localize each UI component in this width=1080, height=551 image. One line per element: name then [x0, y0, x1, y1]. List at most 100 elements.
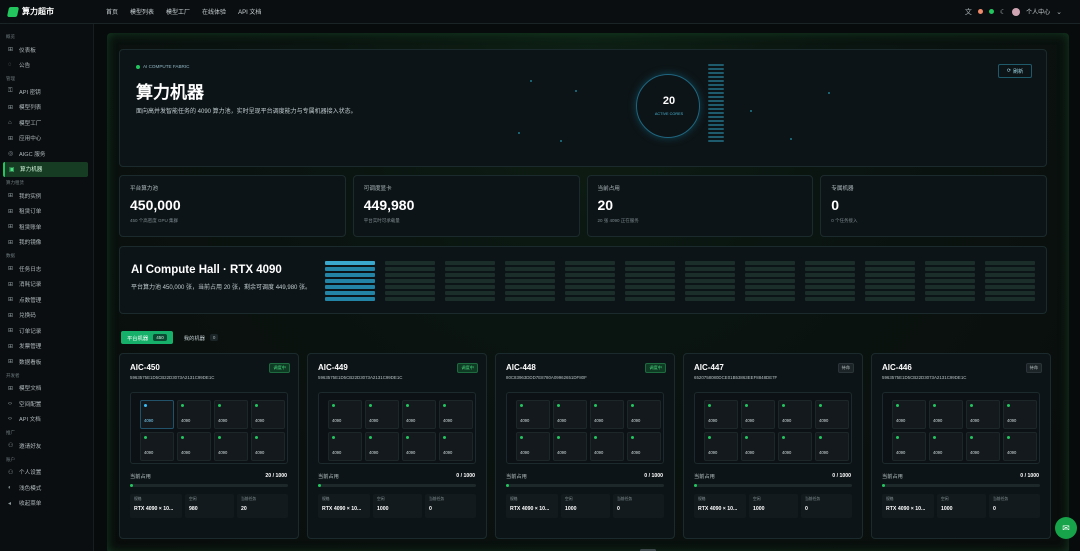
gpu-slot[interactable]: 4090: [177, 432, 211, 461]
sidebar-item[interactable]: ⊞ 应用中心: [0, 131, 93, 147]
moon-icon[interactable]: ☾: [1000, 8, 1006, 16]
sidebar-item[interactable]: ◎ AIGC 服务: [0, 146, 93, 162]
machine-card[interactable]: AIC-446 5963575E1D5CB22D3073A2131C99DE1C 待…: [871, 353, 1051, 539]
nav-factory[interactable]: 模型工厂: [166, 7, 190, 16]
sidebar-item[interactable]: ⊞ 仪表板: [0, 42, 93, 58]
gpu-slot[interactable]: 4090: [328, 432, 362, 461]
gpu-slot[interactable]: 4090: [516, 432, 550, 461]
sidebar-item[interactable]: ⊞ 订单记录: [0, 323, 93, 339]
meta-box: 规格 RTX 4090 × 10...: [130, 494, 182, 518]
gpu-status-dot: [594, 436, 597, 439]
avatar[interactable]: [1012, 7, 1021, 16]
gpu-slot[interactable]: 4090: [627, 400, 661, 429]
nav-home[interactable]: 首页: [106, 7, 118, 16]
tab-platform-machines[interactable]: 平台机器 450: [121, 331, 173, 344]
sidebar-item[interactable]: ⊞ 我的实例: [0, 188, 93, 204]
sidebar-item[interactable]: ‹› API 文档: [0, 412, 93, 428]
stat-label: 平台算力池: [130, 186, 158, 192]
gpu-slot[interactable]: 4090: [741, 432, 775, 461]
gpu-slot[interactable]: 4090: [627, 432, 661, 461]
refresh-button[interactable]: ⟳ 刷新: [998, 64, 1032, 78]
spark-dot: [575, 90, 577, 92]
chat-button[interactable]: ✉: [1055, 517, 1077, 539]
sidebar-item[interactable]: ◌ 公告: [0, 58, 93, 74]
sidebar-item[interactable]: ⊞ 租赁账单: [0, 219, 93, 235]
gpu-slot[interactable]: 4090: [704, 400, 738, 429]
sidebar-item[interactable]: ⊞ 模型文档: [0, 381, 93, 397]
chevron-down-icon[interactable]: ⌄: [1056, 8, 1062, 16]
gpu-slot[interactable]: 4090: [966, 432, 1000, 461]
gpu-slot[interactable]: 4090: [966, 400, 1000, 429]
sidebar-item[interactable]: ⊞ 模型列表: [0, 100, 93, 116]
gpu-status-dot: [443, 404, 446, 407]
gpu-slot[interactable]: 4090: [214, 400, 248, 429]
gpu-slot[interactable]: 4090: [1003, 432, 1037, 461]
user-menu[interactable]: 个人中心: [1026, 7, 1050, 16]
status-dot-green[interactable]: [988, 9, 994, 14]
gpu-slot[interactable]: 4090: [892, 400, 926, 429]
sidebar-item[interactable]: ▣ 算力机器: [3, 161, 88, 177]
sidebar-item[interactable]: ⚇ 邀请好友: [0, 438, 93, 454]
gpu-slot[interactable]: 4090: [929, 432, 963, 461]
gpu-slot[interactable]: 4090: [328, 400, 362, 429]
sidebar-item-label: 数据看板: [19, 359, 42, 366]
sidebar-item[interactable]: ‹› 空间配置: [0, 396, 93, 412]
hero-description: 面向高并发智能任务的 4090 算力池，实时呈现平台调度能力与专属机器接入状态。: [136, 109, 357, 115]
translate-icon[interactable]: 文: [965, 7, 972, 17]
gpu-slot[interactable]: 4090: [402, 400, 436, 429]
sidebar-item[interactable]: ⊞ 数据看板: [0, 354, 93, 370]
status-badge: 调度中: [457, 363, 478, 373]
gpu-slot[interactable]: 4090: [1003, 400, 1037, 429]
gpu-slot[interactable]: 4090: [439, 400, 473, 429]
status-dot-orange[interactable]: [977, 9, 983, 14]
sidebar-item[interactable]: ⊞ 消耗记录: [0, 277, 93, 293]
sidebar-item[interactable]: ⊞ 发票管理: [0, 339, 93, 355]
gpu-slot[interactable]: 4090: [140, 432, 174, 461]
sidebar-item[interactable]: ⌂ 模型工厂: [0, 115, 93, 131]
stat-sub: 0 个任务接入: [831, 218, 858, 223]
gpu-slot[interactable]: 4090: [553, 432, 587, 461]
gpu-slot[interactable]: 4090: [140, 400, 174, 429]
sidebar-item[interactable]: ⚿ API 密钥: [0, 84, 93, 100]
nav-api-docs[interactable]: API 文档: [238, 7, 261, 16]
machine-card[interactable]: AIC-450 5963575E1D5CB22D3073A2131C99DE1C 调…: [119, 353, 299, 539]
stat-sub: 平台实时可承载量: [363, 218, 400, 223]
gpu-slot[interactable]: 4090: [553, 400, 587, 429]
sidebar-item[interactable]: ⊞ 我的镜像: [0, 235, 93, 251]
gpu-slot[interactable]: 4090: [177, 400, 211, 429]
gpu-slot[interactable]: 4090: [402, 432, 436, 461]
gpu-slot[interactable]: 4090: [516, 400, 550, 429]
gpu-slot[interactable]: 4090: [892, 432, 926, 461]
gpu-slot[interactable]: 4090: [590, 400, 624, 429]
gpu-slot[interactable]: 4090: [251, 400, 285, 429]
gpu-slot[interactable]: 4090: [439, 432, 473, 461]
gpu-slot[interactable]: 4090: [741, 400, 775, 429]
gpu-label: 4090: [144, 418, 154, 423]
gpu-slot[interactable]: 4090: [778, 432, 812, 461]
tab-my-machines[interactable]: 我的机器 0: [178, 331, 225, 344]
machine-card[interactable]: AIC-449 5963575E1D5CB22D3073A2131C99DE1C 调…: [307, 353, 487, 539]
sidebar-item[interactable]: ◐ 浅色模式: [0, 480, 93, 496]
gpu-slot[interactable]: 4090: [815, 400, 849, 429]
gpu-slot[interactable]: 4090: [214, 432, 248, 461]
gpu-slot[interactable]: 4090: [590, 432, 624, 461]
sidebar-item[interactable]: ⊞ 任务日志: [0, 261, 93, 277]
gpu-slot[interactable]: 4090: [778, 400, 812, 429]
machine-card[interactable]: AIC-447 6520758080DCE01B53863EEF8848DE7F 待…: [683, 353, 863, 539]
nav-models[interactable]: 模型列表: [130, 7, 154, 16]
gpu-slot[interactable]: 4090: [815, 432, 849, 461]
gpu-slot[interactable]: 4090: [251, 432, 285, 461]
gpu-slot[interactable]: 4090: [929, 400, 963, 429]
nav-playground[interactable]: 在线体验: [202, 7, 226, 16]
sidebar-item[interactable]: ⊞ 兑换码: [0, 308, 93, 324]
gpu-slot[interactable]: 4090: [365, 400, 399, 429]
meta-label: 当前任务: [805, 497, 821, 501]
gpu-slot[interactable]: 4090: [365, 432, 399, 461]
logo[interactable]: 算力超市: [0, 6, 92, 17]
sidebar-item[interactable]: ⊞ 租赁订单: [0, 204, 93, 220]
sidebar-item[interactable]: ◂ 收起菜单: [0, 496, 93, 512]
machine-card[interactable]: AIC-448 80C83963DDD7E8780A09962651DF80F 调度…: [495, 353, 675, 539]
gpu-slot[interactable]: 4090: [704, 432, 738, 461]
sidebar-item[interactable]: ⚇ 个人设置: [0, 465, 93, 481]
sidebar-item[interactable]: ⊞ 点数管理: [0, 292, 93, 308]
